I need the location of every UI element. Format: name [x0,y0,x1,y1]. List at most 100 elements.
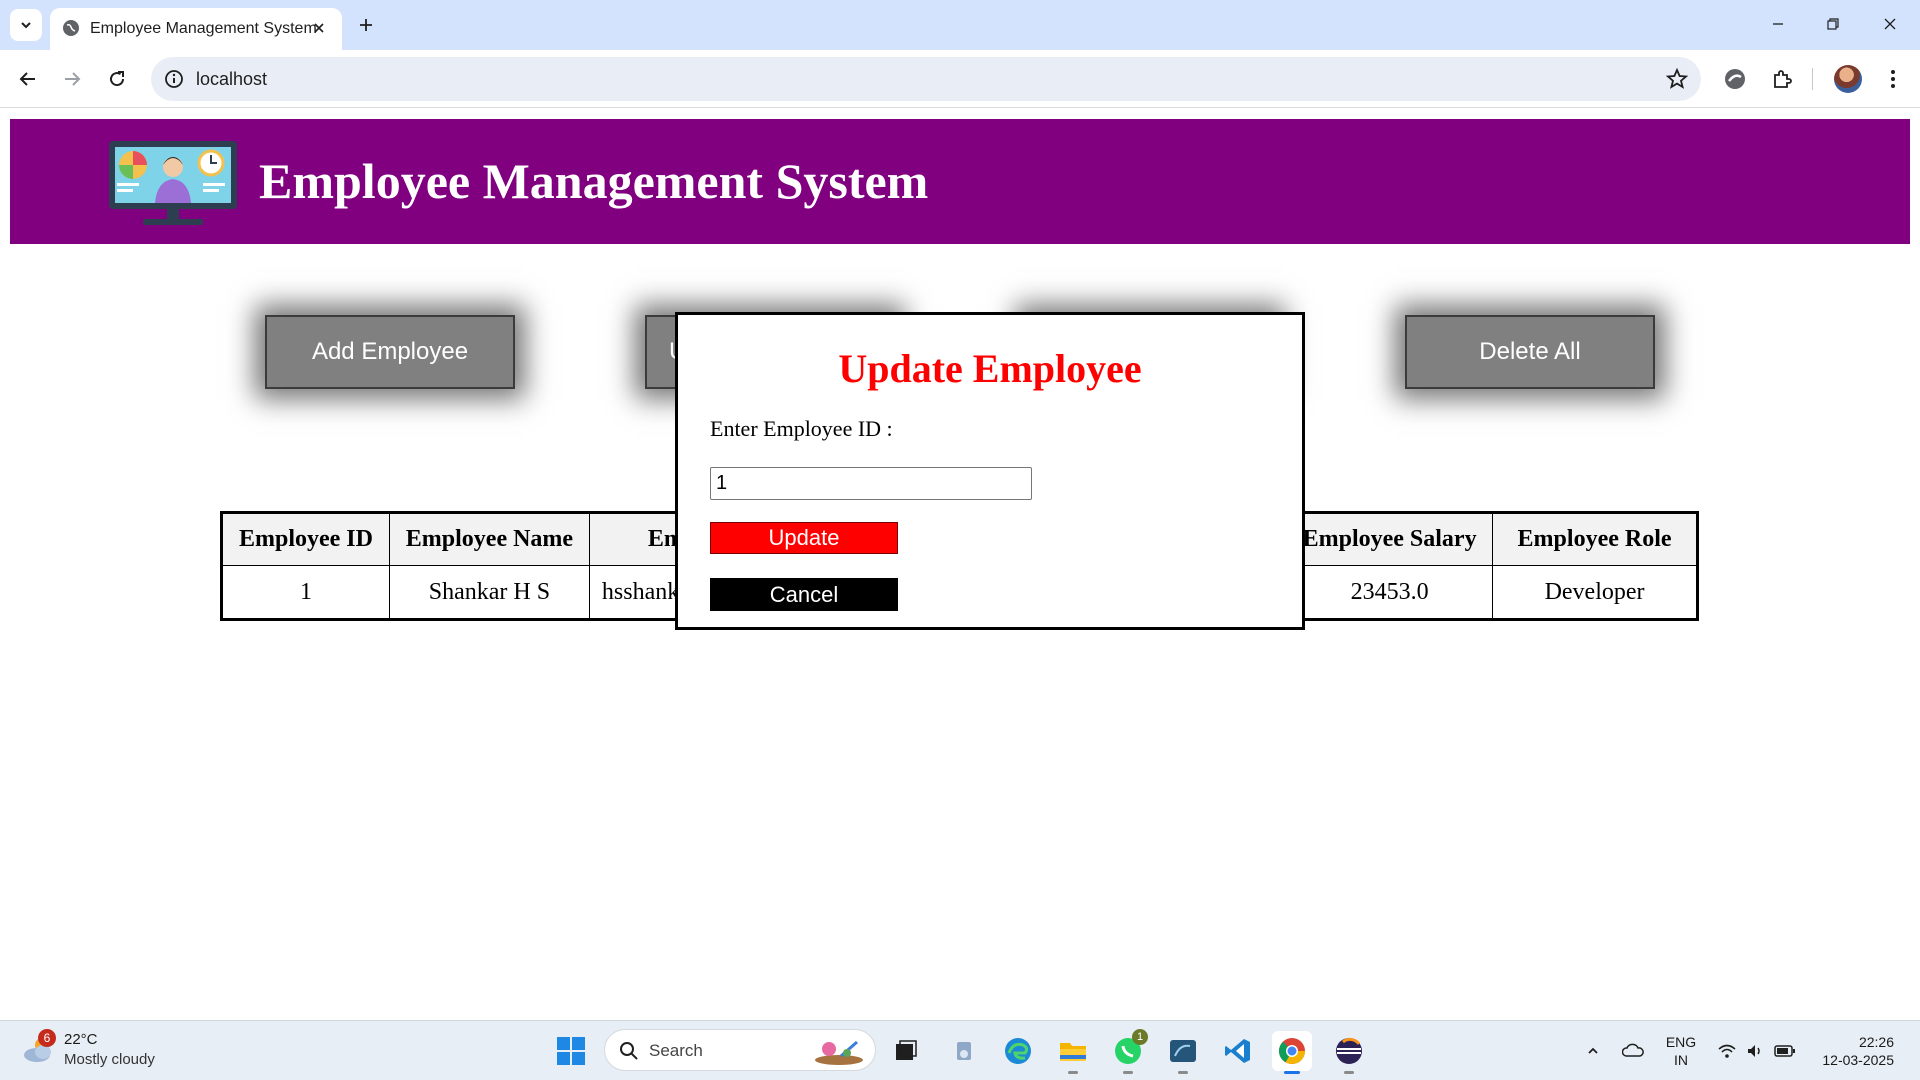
running-indicator [1284,1071,1300,1074]
back-button[interactable] [12,63,44,95]
profile-avatar[interactable] [1834,65,1862,93]
close-window-button[interactable] [1872,10,1908,38]
database-workbench-icon [1170,1040,1196,1062]
taskbar-app-edge[interactable] [998,1031,1038,1071]
extensions-button[interactable] [1768,65,1796,93]
employee-id-input[interactable] [710,467,1032,500]
clock-date: 12-03-2025 [1822,1052,1894,1068]
weather-alert-badge: 6 [38,1029,56,1047]
page-title: Employee Management System [259,153,929,209]
taskbar-app-eclipse[interactable] [1329,1031,1369,1074]
task-view-button[interactable] [886,1031,926,1071]
taskbar-app-explorer[interactable] [1053,1031,1093,1074]
show-hidden-icons-button[interactable] [1582,1040,1604,1062]
menu-button[interactable] [1879,65,1907,93]
update-employee-dialog: Update Employee Enter Employee ID : Upda… [675,312,1305,630]
taskbar-app-whatsapp[interactable]: 1 [1108,1029,1148,1074]
arrow-left-icon [19,72,35,86]
add-employee-button[interactable]: Add Employee [265,315,515,389]
vpn-extension-button[interactable] [1721,65,1749,93]
browser-tab-bar: Employee Management System [0,0,1920,50]
dialog-title: Update Employee [838,346,1142,391]
forward-button[interactable] [56,63,88,95]
more-vertical-icon [1891,70,1895,88]
column-header: Employee Name [388,512,590,566]
update-button[interactable]: Update [710,522,898,554]
vscode-icon [1225,1039,1250,1063]
reload-button[interactable] [101,63,133,95]
notification-badge: 1 [1132,1029,1148,1045]
chevron-down-icon [21,22,31,29]
taskbar-app-mysql[interactable] [1163,1031,1203,1074]
cancel-button[interactable]: Cancel [710,578,898,611]
taskbar-app-chrome[interactable] [1272,1031,1312,1074]
column-header: Employee Role [1492,512,1698,566]
eclipse-icon [1336,1037,1362,1064]
file-manager-icon [957,1042,971,1060]
tab-close-button[interactable] [308,17,330,39]
taskbar: 6 22°C Mostly cloudy Search 1 ENG IN 22:… [0,1020,1920,1080]
region-code: IN [1674,1052,1688,1068]
wifi-tray-button[interactable] [1716,1040,1738,1062]
shield-slash-icon [1725,69,1745,89]
windows-start-icon[interactable] [556,1036,586,1066]
delete-all-button[interactable]: Delete All [1405,315,1655,389]
volume-tray-button[interactable] [1744,1040,1766,1062]
restore-icon [1827,18,1839,30]
temperature: 22°C [64,1031,98,1048]
employee-monitor-logo [109,141,237,225]
puzzle-icon [1774,70,1792,88]
new-tab-button[interactable] [352,11,380,39]
edge-icon [1005,1038,1031,1064]
close-icon [314,23,324,33]
globe-icon [63,20,79,36]
arrow-right-icon [65,72,81,86]
cloud-sync-icon [1622,1043,1644,1057]
battery-tray-button[interactable] [1774,1040,1796,1062]
toolbar-divider [1812,68,1813,90]
minimize-icon [1773,23,1783,25]
table-cell: Shankar H S [388,565,590,620]
close-icon [1884,18,1896,30]
column-header: Employee Salary [1286,512,1494,566]
taskbar-app-vscode[interactable] [1218,1031,1258,1071]
url-text[interactable]: localhost [196,69,267,90]
folder-icon [1060,1043,1086,1061]
table-cell: Developer [1492,565,1698,620]
page-header: Employee Management System [10,119,1910,244]
system-clock[interactable]: 22:26 12-03-2025 [1812,1033,1894,1069]
restore-button[interactable] [1815,10,1851,38]
reload-icon [110,71,125,87]
language-indicator[interactable]: ENG IN [1664,1033,1698,1069]
battery-icon [1774,1045,1795,1057]
wifi-icon [1718,1044,1736,1058]
bookmark-star-icon[interactable] [1665,67,1689,91]
minimize-button[interactable] [1760,10,1796,38]
tab-title: Employee Management System [90,20,317,37]
tab-search-button[interactable] [10,9,42,41]
language-code: ENG [1665,1034,1697,1050]
browser-toolbar: localhost [0,50,1920,108]
search-highlight-image [815,1040,863,1065]
employee-id-label: Enter Employee ID : [710,416,893,441]
onedrive-tray-button[interactable] [1622,1040,1644,1062]
column-header: Employee ID [221,512,390,566]
browser-tab[interactable]: Employee Management System [50,8,342,50]
running-indicator [1344,1071,1354,1074]
table-cell: 1 [221,565,390,620]
info-icon[interactable] [163,68,185,90]
task-view-icon [896,1040,917,1060]
weather-description: Mostly cloudy [64,1051,155,1068]
search-label: Search [649,1041,703,1060]
running-indicator [1068,1071,1078,1074]
plus-icon [360,19,372,31]
running-indicator [1178,1071,1188,1074]
address-bar[interactable]: localhost [151,57,1701,101]
running-indicator [1123,1071,1133,1074]
search-icon [620,1042,638,1060]
chrome-icon [1278,1038,1306,1065]
taskbar-app-files[interactable] [944,1031,984,1071]
clock-time: 22:26 [1858,1034,1894,1050]
taskbar-search[interactable]: Search [604,1029,876,1071]
speaker-icon [1748,1045,1760,1057]
